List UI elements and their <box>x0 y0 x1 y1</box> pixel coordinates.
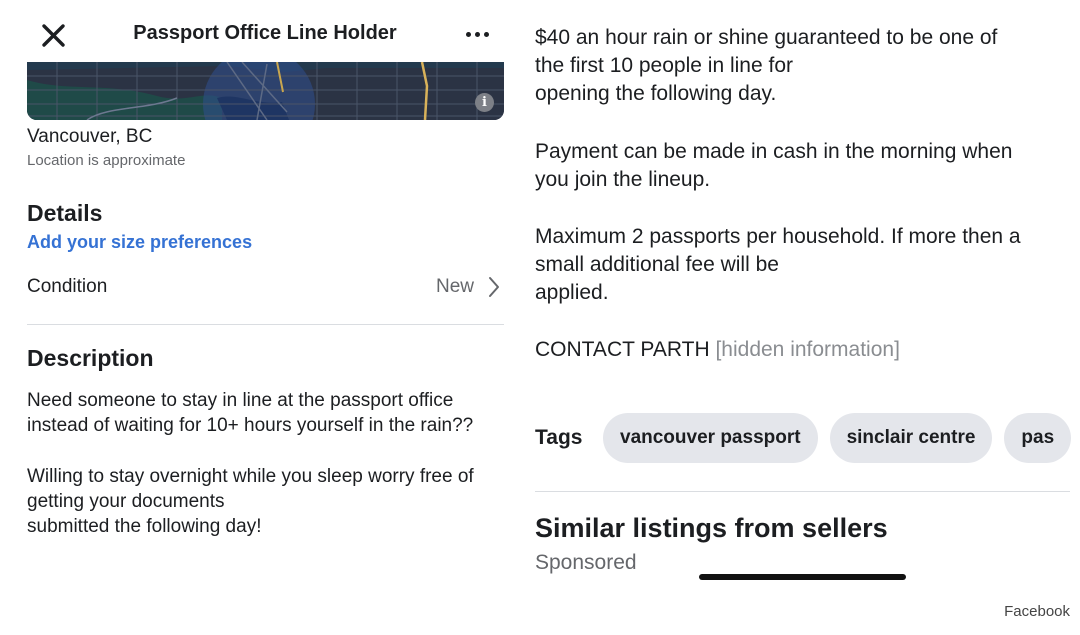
description-heading: Description <box>27 345 154 371</box>
description-paragraph: Need someone to stay in line at the pass… <box>27 390 474 436</box>
condition-value: New <box>435 276 474 297</box>
more-options-button[interactable] <box>462 22 494 46</box>
location-name: Vancouver, BC <box>27 126 153 147</box>
description-paragraph: Maximum 2 passports per household. If mo… <box>535 225 1021 304</box>
divider <box>535 491 1070 492</box>
page-title: Passport Office Line Holder <box>133 22 397 44</box>
home-indicator[interactable] <box>699 574 906 580</box>
listing-left-pane: Passport Office Line Holder i Vancouver,… <box>0 0 530 635</box>
chevron-right-icon <box>489 277 499 297</box>
contact-prefix: CONTACT PARTH <box>535 338 710 361</box>
listing-right-pane: $40 an hour rain or shine guaranteed to … <box>530 0 1080 635</box>
description-paragraph: Payment can be made in cash in the morni… <box>535 140 1013 191</box>
tag-chip[interactable]: vancouver passport <box>603 413 818 463</box>
details-heading: Details <box>27 200 103 226</box>
condition-label: Condition <box>27 276 108 297</box>
info-icon[interactable]: i <box>475 93 494 112</box>
more-horizontal-icon <box>466 32 471 37</box>
tags-list: vancouver passport sinclair centre pas <box>603 413 1080 465</box>
divider <box>27 324 504 325</box>
condition-row[interactable]: Condition New <box>27 272 504 304</box>
tags-label: Tags <box>535 426 583 449</box>
hidden-contact-info: [hidden information] <box>715 338 900 361</box>
close-button[interactable] <box>40 18 68 50</box>
description-paragraph: Willing to stay overnight while you slee… <box>27 466 474 537</box>
sponsored-label: Sponsored <box>535 551 637 574</box>
map-image <box>27 62 504 120</box>
location-note: Location is approximate <box>27 152 186 169</box>
contact-line: CONTACT PARTH [hidden information] <box>535 336 900 364</box>
tag-chip[interactable]: sinclair centre <box>829 413 993 463</box>
close-icon <box>42 24 65 47</box>
facebook-watermark: Facebook <box>1004 603 1070 620</box>
tag-chip[interactable]: pas <box>1004 413 1072 463</box>
description-paragraph: $40 an hour rain or shine guaranteed to … <box>535 26 998 105</box>
location-map[interactable]: i <box>27 62 504 120</box>
similar-listings-heading: Similar listings from sellers <box>535 513 888 543</box>
size-preferences-link[interactable]: Add your size preferences <box>27 232 252 253</box>
